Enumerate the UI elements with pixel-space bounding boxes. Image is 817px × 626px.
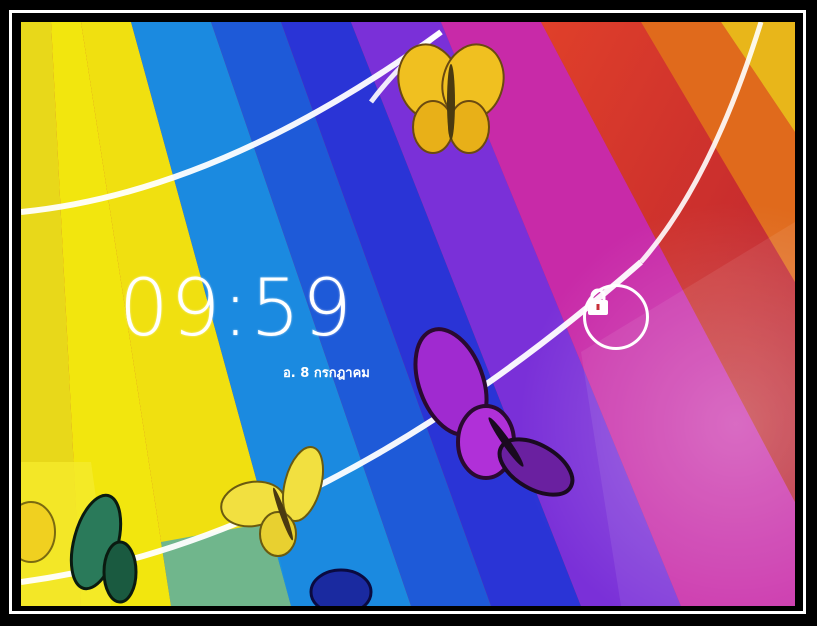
lock-screen: 09:59 อ. 8 กรกฎาคม [21,22,795,606]
device-frame: 09:59 อ. 8 กรกฎาคม [0,0,817,626]
clock-time: 09:59 [119,264,354,354]
clock-date: อ. 8 กรกฎาคม [283,366,370,381]
unlock-ring[interactable] [583,284,649,350]
butterfly-blue [309,568,373,606]
lock-icon [588,288,608,315]
